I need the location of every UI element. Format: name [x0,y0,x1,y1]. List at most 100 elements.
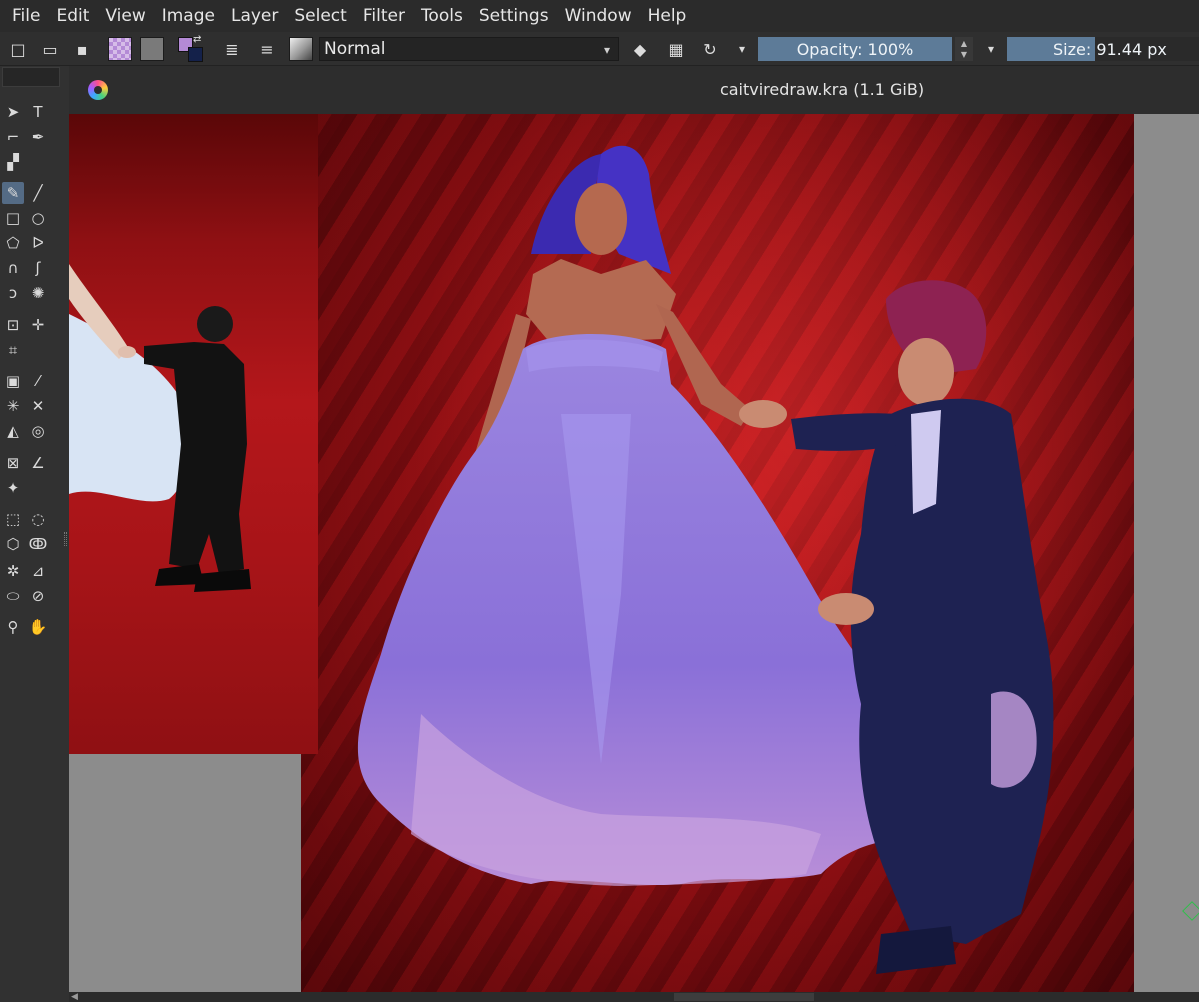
menu-tools[interactable]: Tools [413,0,471,32]
calligraphy-tool-icon[interactable]: ✒ [27,126,49,148]
rectangle-tool-icon[interactable]: □ [2,207,24,229]
canvas-viewport[interactable] [69,114,1199,992]
spin-up-icon[interactable]: ▲ [961,38,967,49]
polyline-tool-icon[interactable]: ᐅ [27,232,49,254]
painting-canvas[interactable] [301,114,1134,992]
preserve-alpha-icon[interactable]: ▦ [664,37,688,61]
open-document-icon[interactable]: ▭ [38,37,62,61]
man-lower-hand [818,593,874,625]
ref-white-gown [69,314,189,502]
man-suit [850,398,1054,945]
reload-preset-icon[interactable]: ↻ [698,37,722,61]
size-value: Size: 91.44 px [1053,39,1167,59]
eraser-mode-icon[interactable]: ◆ [628,37,652,61]
assistant-tool-icon[interactable]: ⊠ [2,452,24,474]
scrollbar-thumb[interactable] [674,993,814,1001]
contiguous-select-tool-icon[interactable]: ✲ [2,560,24,582]
multibrush-tool-icon[interactable]: ✺ [27,282,49,304]
pattern-swatch[interactable] [140,37,164,61]
horizontal-scrollbar[interactable]: ◀ [69,992,1199,1002]
document-tab-bar: caitviredraw.kra (1.1 GiB) [69,66,1199,114]
size-slider[interactable]: Size: 91.44 px [1007,37,1199,61]
rect-select-tool-icon[interactable]: ⬚ [2,508,24,530]
menu-image[interactable]: Image [154,0,223,32]
menu-help[interactable]: Help [640,0,695,32]
select-tool-icon[interactable]: ➤ [2,101,24,123]
enclose-fill-tool-icon[interactable]: ◎ [27,420,49,442]
reload-dropdown-icon[interactable]: ▾ [730,37,754,61]
save-document-icon[interactable]: ▪ [70,37,94,61]
color-picker-tool-icon[interactable]: ⁄ [27,370,49,392]
line-tool-icon[interactable]: ╱ [27,182,49,204]
ellipse-tool-icon[interactable]: ○ [27,207,49,229]
reference-photo[interactable] [69,114,318,754]
crop-tool-icon[interactable]: ⌗ [2,339,24,361]
ellipse-select-tool-icon[interactable]: ◌ [27,508,49,530]
similar-select-tool-icon[interactable]: ⊿ [27,560,49,582]
edit-shapes-tool-icon[interactable]: ⌐ [2,126,24,148]
fill-tool-icon[interactable]: ◭ [2,420,24,442]
brush-settings-icon[interactable]: ≡ [255,37,279,61]
wrap-around-icon[interactable]: ≣ [220,37,244,61]
reference-images-tool-icon[interactable]: ✦ [2,477,24,499]
blend-mode-select[interactable]: Normal ▾ [319,37,619,61]
opacity-slider[interactable]: Opacity: 100% [758,37,952,61]
held-hands [739,400,787,428]
gradient-tool-icon[interactable]: ▣ [2,370,24,392]
menu-layer[interactable]: Layer [223,0,286,32]
smart-patch-tool-icon[interactable]: ✕ [27,395,49,417]
colorize-mask-tool-icon[interactable]: ✳ [2,395,24,417]
man-shoes [876,926,956,974]
menu-filter[interactable]: Filter [355,0,413,32]
menu-view[interactable]: View [97,0,153,32]
toolbox-resize-handle[interactable] [64,532,67,546]
man-extended-arm [791,413,901,451]
toolbox-title-bar[interactable] [2,67,60,87]
text-tool-icon[interactable]: T [27,101,49,123]
brush-preset-thumbnail[interactable] [289,37,313,61]
toolbox-panel: ➤ T ⌐ ✒ ▞ ✎ ╱ □ ○ ⬠ ᐅ ∩ ʃ ↄ ✺ ⊡ ✛ ⌗ ▣ ⁄ ✳ ✕ ◭ ◎ ⊠ ∠ ✦ ⬚ ◌ ⬡ ↂ ✲ ⊿ ⬭ ⊘ ⚲ ✋ [0,66,69,1002]
brush-toolbar: □ ▭ ▪ ⇄ ≣ ≡ Normal ▾ ◆ ▦ ↻ ▾ Opacity: 10… [0,32,1199,66]
opacity-value: Opacity: 100% [796,39,914,59]
new-document-icon[interactable]: □ [6,37,30,61]
polygon-select-tool-icon[interactable]: ⬡ [2,533,24,555]
chevron-down-icon: ▾ [603,43,610,57]
background-color-swatch[interactable] [188,47,203,62]
transform-tool-icon[interactable]: ⊡ [2,314,24,336]
bezier-select-tool-icon[interactable]: ⬭ [2,585,24,607]
scroll-left-icon[interactable]: ◀ [71,992,81,1002]
bezier-tool-icon[interactable]: ∩ [2,257,24,279]
dynamic-brush-tool-icon[interactable]: ↄ [2,282,24,304]
slider-dropdown-icon[interactable]: ▾ [979,37,1003,61]
krita-logo-icon [88,80,108,100]
move-tool-icon[interactable]: ✛ [27,314,49,336]
menu-window[interactable]: Window [557,0,640,32]
color-swatches[interactable]: ⇄ [178,34,206,62]
blend-mode-value: Normal [324,39,386,59]
menu-bar: File Edit View Image Layer Select Filter… [0,0,1199,32]
zoom-tool-icon[interactable]: ⚲ [2,616,24,638]
freehand-select-tool-icon[interactable]: ↂ [27,533,49,555]
menu-edit[interactable]: Edit [48,0,97,32]
man-face [898,338,954,406]
woman-shoulders [526,259,676,344]
ref-man-shoe-right [194,569,251,592]
measure-tool-icon[interactable]: ∠ [27,452,49,474]
opacity-spinner[interactable]: ▲ ▼ [955,37,973,61]
gradient-edit-tool-icon[interactable]: ▞ [2,151,24,173]
spin-down-icon[interactable]: ▼ [961,49,967,60]
menu-select[interactable]: Select [286,0,354,32]
pan-tool-icon[interactable]: ✋ [27,616,49,638]
woman-face [575,183,627,255]
document-title: caitviredraw.kra (1.1 GiB) [719,80,925,99]
ref-man-head [197,306,233,342]
freehand-brush-tool-icon[interactable]: ✎ [2,182,24,204]
magnetic-select-tool-icon[interactable]: ⊘ [27,585,49,607]
menu-settings[interactable]: Settings [471,0,557,32]
freehand-path-tool-icon[interactable]: ʃ [27,257,49,279]
gradient-preset-swatch[interactable] [108,37,132,61]
assistant-handle-icon[interactable] [1182,901,1199,921]
menu-file[interactable]: File [4,0,48,32]
polygon-tool-icon[interactable]: ⬠ [2,232,24,254]
swap-colors-icon[interactable]: ⇄ [193,34,201,45]
